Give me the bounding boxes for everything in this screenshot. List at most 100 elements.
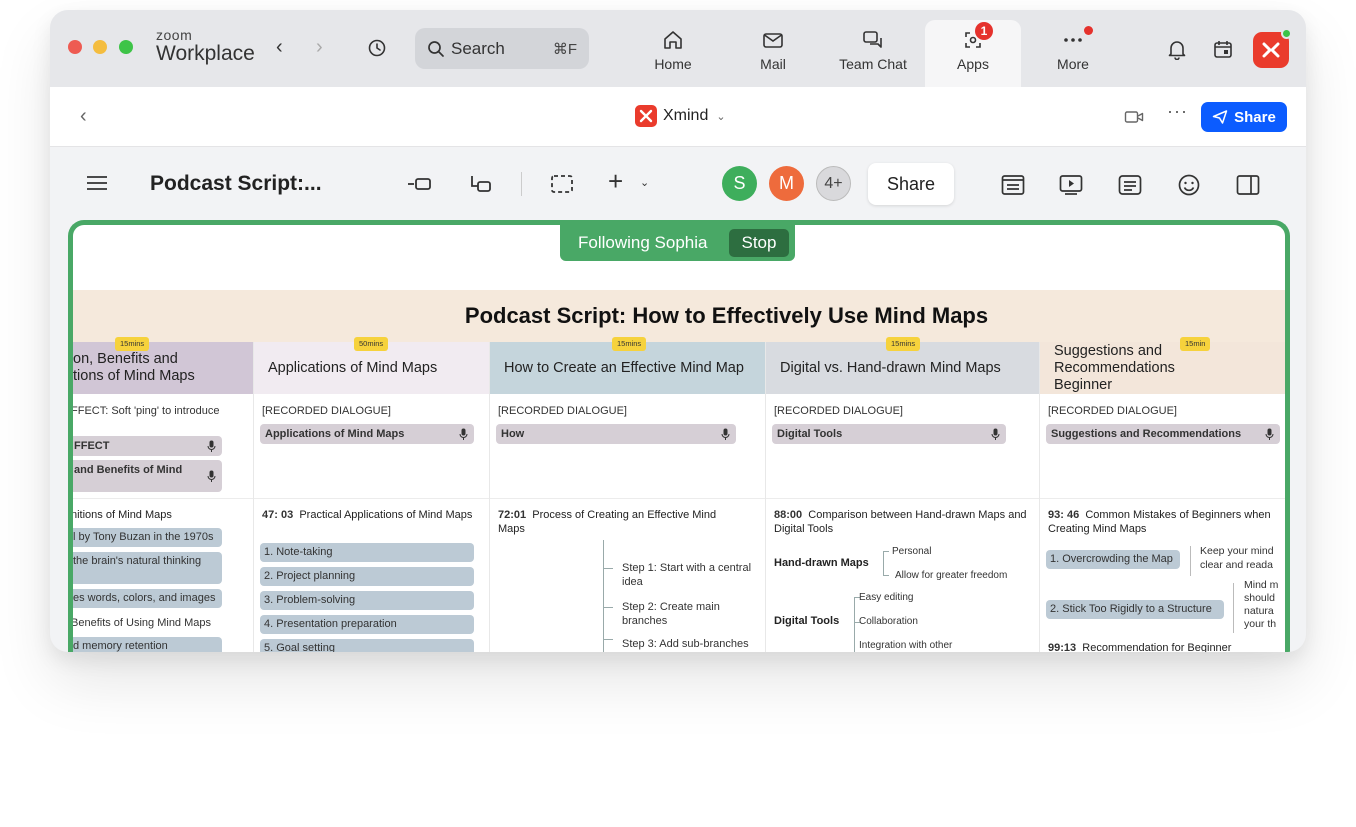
- leaf-node[interactable]: Integration with other: [859, 639, 952, 652]
- topic-pill[interactable]: 3. Problem-solving: [260, 591, 474, 610]
- home-icon: [664, 31, 682, 49]
- nav-apps[interactable]: 1 Apps: [925, 20, 1021, 87]
- insert-plus-icon[interactable]: +: [608, 168, 623, 194]
- column-header[interactable]: Suggestions and Recommendations Beginner: [1040, 342, 1285, 394]
- topic-pill[interactable]: 2. Project planning: [260, 567, 474, 586]
- maximize-window-button[interactable]: [119, 40, 133, 54]
- collaborator-avatar[interactable]: M: [769, 166, 804, 201]
- duration-tag: 15min: [1180, 337, 1211, 351]
- side-panel-icon[interactable]: [1236, 174, 1260, 196]
- leaf-node[interactable]: Easy editing: [859, 591, 913, 605]
- note-node[interactable]: Keep your mind clear and reada: [1200, 544, 1274, 572]
- topic-pill[interactable]: the brain's natural thinking: [73, 552, 222, 584]
- recorded-label: [RECORDED DIALOGUE]: [774, 405, 903, 417]
- section-heading[interactable]: nitions of Mind Maps: [73, 508, 172, 522]
- stop-following-button[interactable]: Stop: [729, 229, 789, 257]
- topic-label[interactable]: Benefits of Using Mind Maps: [73, 616, 211, 630]
- xmind-share-button[interactable]: Share: [868, 163, 954, 205]
- hamburger-menu-icon[interactable]: [87, 175, 107, 191]
- step-node[interactable]: Step 3: Add sub-branches: [622, 637, 749, 651]
- topic-pill[interactable]: 5. Goal setting: [260, 639, 474, 652]
- timeline-column: How to Create an Effective Mind Map 15mi…: [490, 337, 766, 652]
- collaborator-avatar[interactable]: S: [722, 166, 757, 201]
- column-section-content: 88:00 Comparison between Hand-drawn Maps…: [766, 499, 1039, 652]
- nav-more[interactable]: More: [1025, 20, 1121, 87]
- more-collaborators-badge[interactable]: 4+: [816, 166, 851, 201]
- branch-node[interactable]: Hand-drawn Maps: [774, 557, 869, 569]
- search-icon: [428, 40, 444, 57]
- calendar-icon[interactable]: [1212, 38, 1234, 60]
- search-shortcut: ⌘F: [552, 40, 577, 58]
- video-icon[interactable]: [1124, 108, 1144, 126]
- mic-icon: [721, 428, 730, 440]
- xmind-logo-icon: [635, 105, 657, 127]
- back-arrow-icon[interactable]: ‹: [276, 36, 283, 59]
- mind-map-canvas[interactable]: Following Sophia Stop Podcast Script: Ho…: [68, 220, 1290, 652]
- boundary-select-icon[interactable]: [550, 174, 574, 194]
- nav-apps-label: Apps: [957, 56, 989, 72]
- presence-status-dot: [1281, 28, 1292, 39]
- leaf-node[interactable]: Personal: [892, 545, 931, 559]
- recorded-label: [RECORDED DIALOGUE]: [498, 405, 627, 417]
- chat-icon: [863, 31, 882, 48]
- chevron-down-icon: ⌄: [716, 110, 726, 123]
- column-section-audio: [RECORDED DIALOGUE] How: [490, 394, 765, 499]
- audio-pill[interactable]: and Benefits of Mind: [73, 460, 222, 492]
- forward-arrow-icon[interactable]: ›: [316, 36, 323, 59]
- toolbar-divider: [521, 172, 522, 196]
- nav-home-label: Home: [654, 56, 692, 72]
- leaf-node[interactable]: Allow for greater freedom: [895, 569, 1007, 583]
- duration-tag: 15mins: [115, 337, 150, 351]
- nav-team-chat[interactable]: Team Chat: [825, 20, 921, 87]
- nav-home[interactable]: Home: [625, 20, 721, 87]
- audio-pill[interactable]: Digital Tools: [772, 424, 1006, 444]
- audio-pill[interactable]: How: [496, 424, 736, 444]
- audio-pill[interactable]: FFECT: [73, 436, 222, 456]
- section-title: Process of Creating an Effective Mind Ma…: [498, 509, 717, 535]
- topic-pill[interactable]: 1. Overcrowding the Map: [1046, 550, 1180, 569]
- topic-pill[interactable]: 4. Presentation preparation: [260, 615, 474, 634]
- close-window-button[interactable]: [68, 40, 82, 54]
- tree-connector: [883, 575, 889, 576]
- section-heading[interactable]: 88:00 Comparison between Hand-drawn Maps…: [774, 508, 1029, 536]
- document-title[interactable]: Podcast Script:...: [150, 172, 322, 196]
- column-header[interactable]: on, Benefits and tions of Mind Maps: [73, 342, 253, 394]
- add-topic-icon[interactable]: [408, 174, 432, 194]
- emoji-icon[interactable]: [1177, 174, 1201, 196]
- search-bar[interactable]: Search ⌘F: [415, 28, 589, 69]
- section-heading[interactable]: 47: 03 Practical Applications of Mind Ma…: [262, 508, 477, 522]
- bell-icon[interactable]: [1166, 38, 1188, 60]
- step-node[interactable]: Step 1: Start with a central idea: [622, 561, 752, 589]
- minimize-window-button[interactable]: [93, 40, 107, 54]
- recorded-label: [RECORDED DIALOGUE]: [262, 405, 391, 417]
- app-more-icon[interactable]: ···: [1167, 101, 1188, 122]
- section-heading[interactable]: 93: 46 Common Mistakes of Beginners when…: [1048, 508, 1285, 536]
- board-title[interactable]: Podcast Script: How to Effectively Use M…: [73, 290, 1285, 342]
- app-share-button[interactable]: Share: [1201, 102, 1287, 132]
- section-heading[interactable]: 99:13 Recommendation for Beginner: [1048, 641, 1285, 652]
- note-node[interactable]: Mind m should natura your th: [1244, 579, 1278, 631]
- mic-icon: [207, 470, 216, 482]
- topic-pill[interactable]: l by Tony Buzan in the 1970s: [73, 528, 222, 547]
- presentation-play-icon[interactable]: [1059, 174, 1083, 196]
- topic-pill[interactable]: 2. Stick Too Rigidly to a Structure: [1046, 600, 1224, 619]
- apps-badge: 1: [975, 22, 993, 40]
- section-heading[interactable]: 72:01 Process of Creating an Effective M…: [498, 508, 718, 536]
- branch-node[interactable]: Digital Tools: [774, 615, 839, 627]
- app-switcher[interactable]: Xmind ⌄: [635, 105, 726, 127]
- insert-chevron-down-icon[interactable]: ⌄: [640, 176, 649, 189]
- topic-pill[interactable]: d memory retention: [73, 637, 222, 652]
- topic-pill[interactable]: es words, colors, and images: [73, 589, 222, 608]
- audio-pill[interactable]: Suggestions and Recommendations: [1046, 424, 1280, 444]
- history-icon[interactable]: [367, 38, 387, 58]
- tree-connector: [603, 639, 613, 640]
- step-node[interactable]: Step 2: Create main branches: [622, 600, 752, 628]
- nav-mail[interactable]: Mail: [725, 20, 821, 87]
- audio-pill[interactable]: Applications of Mind Maps: [260, 424, 474, 444]
- add-subtopic-icon[interactable]: [468, 174, 492, 194]
- app-back-icon[interactable]: ‹: [80, 105, 87, 128]
- topic-pill[interactable]: 1. Note-taking: [260, 543, 474, 562]
- outline-view-icon[interactable]: [1001, 174, 1025, 196]
- notes-icon[interactable]: [1118, 174, 1142, 196]
- leaf-node[interactable]: Collaboration: [859, 615, 918, 629]
